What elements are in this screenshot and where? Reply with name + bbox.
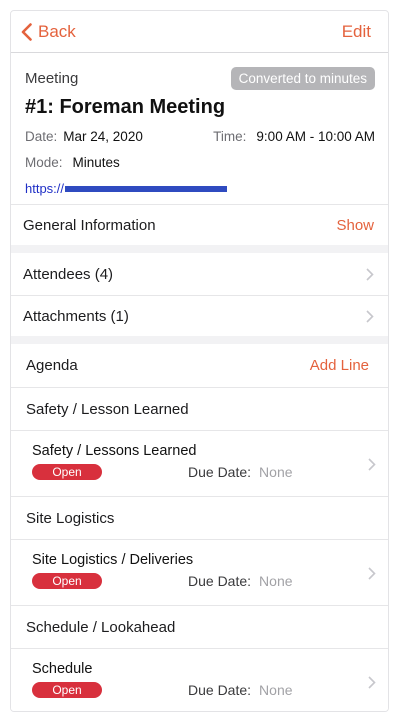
time-value: 9:00 AM - 10:00 AM	[256, 129, 375, 144]
chevron-right-icon	[368, 458, 376, 471]
divider	[11, 336, 388, 344]
back-label: Back	[38, 21, 76, 41]
attendees-row[interactable]: Attendees (4)	[11, 253, 388, 295]
agenda-section-title: Safety / Lesson Learned	[11, 387, 388, 430]
due-date-value: None	[259, 573, 293, 589]
due-date-label: Due Date:	[188, 464, 252, 480]
date-label: Date:	[25, 129, 58, 144]
date-value: Mar 24, 2020	[63, 129, 143, 144]
due-date-value: None	[259, 464, 293, 480]
attachments-row[interactable]: Attachments (1)	[11, 295, 388, 336]
chevron-right-icon	[368, 676, 376, 689]
agenda-label: Agenda	[26, 357, 78, 374]
meeting-link[interactable]: https://	[25, 181, 375, 196]
status-badge: Open	[32, 682, 102, 698]
divider	[11, 245, 388, 253]
agenda-header: Agenda Add Line	[11, 344, 388, 387]
redacted-link	[65, 185, 228, 192]
agenda-item[interactable]: Site Logistics / Deliveries Open Due Dat…	[11, 539, 388, 605]
agenda-item-title: Safety / Lessons Learned	[32, 443, 197, 459]
link-prefix: https://	[25, 181, 65, 196]
edit-button[interactable]: Edit	[342, 22, 371, 42]
mode-value: Minutes	[72, 155, 120, 170]
general-information-row: General Information Show	[11, 204, 388, 245]
agenda-item-title: Schedule	[32, 661, 93, 677]
general-information-label: General Information	[23, 216, 156, 234]
agenda-section: Agenda Add Line Safety / Lesson Learned …	[11, 344, 388, 711]
show-button[interactable]: Show	[336, 217, 374, 234]
due-date-label: Due Date:	[188, 682, 252, 698]
attachments-label: Attachments (1)	[23, 307, 129, 325]
chevron-right-icon	[366, 309, 374, 323]
agenda-item[interactable]: Schedule Open Due Date: None	[11, 648, 388, 711]
attendees-label: Attendees (4)	[23, 265, 114, 283]
page-title: #1: Foreman Meeting	[25, 96, 226, 118]
app-frame: Back Edit Meeting Converted to minutes #…	[10, 10, 389, 712]
navigation-bar: Back Edit	[11, 11, 388, 53]
chevron-right-icon	[368, 567, 376, 580]
due-date-label: Due Date:	[188, 573, 252, 589]
agenda-section-title: Site Logistics	[11, 496, 388, 539]
due-date-value: None	[259, 682, 293, 698]
back-button[interactable]: Back	[21, 22, 76, 42]
chevron-left-icon	[21, 22, 32, 41]
status-badge: Open	[32, 573, 102, 589]
add-line-button[interactable]: Add Line	[310, 357, 369, 374]
meeting-header: Meeting Converted to minutes #1: Foreman…	[11, 53, 388, 204]
status-badge: Open	[32, 464, 102, 480]
meeting-type: Meeting	[25, 70, 79, 87]
chevron-right-icon	[366, 267, 374, 281]
agenda-item-title: Site Logistics / Deliveries	[32, 552, 194, 568]
mode-label: Mode:	[25, 155, 63, 170]
status-badge: Converted to minutes	[230, 67, 375, 90]
agenda-item[interactable]: Safety / Lessons Learned Open Due Date: N…	[11, 430, 388, 496]
agenda-section-title: Schedule / Lookahead	[11, 605, 388, 648]
time-label: Time:	[213, 129, 247, 144]
